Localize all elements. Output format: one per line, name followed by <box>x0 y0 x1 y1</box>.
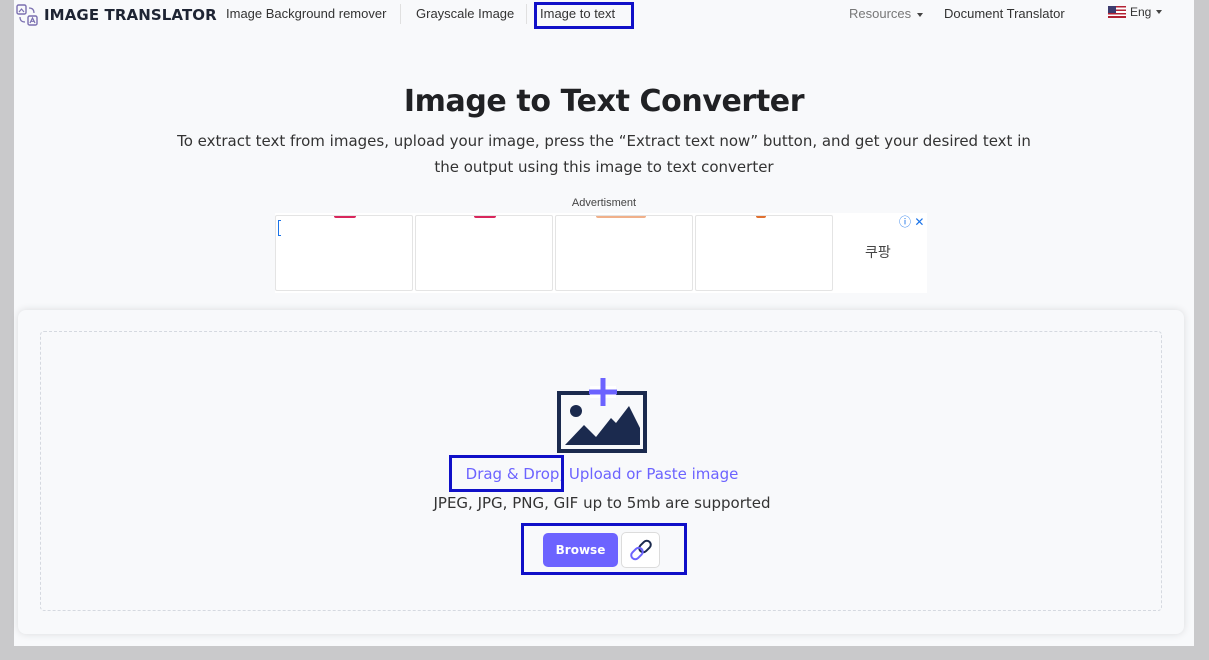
nav-link-background-remover[interactable]: Image Background remover <box>226 6 386 21</box>
ad-image-fragment <box>596 216 646 218</box>
ad-image-fragment <box>754 290 776 291</box>
ad-tile[interactable] <box>695 215 833 291</box>
nav-link-document-translator[interactable]: Document Translator <box>944 6 1065 21</box>
language-selector[interactable]: Eng <box>1108 5 1163 19</box>
chevron-down-icon <box>917 12 924 17</box>
supported-formats: JPEG, JPG, PNG, GIF up to 5mb are suppor… <box>433 494 771 512</box>
ad-label: Advertisment <box>571 197 637 209</box>
nav-resources-label: Resources <box>849 6 912 21</box>
ad-image-fragment <box>756 216 766 218</box>
ad-tile[interactable] <box>555 215 693 291</box>
ad-image-fragment <box>334 216 356 218</box>
nav-link-grayscale-image[interactable]: Grayscale Image <box>416 6 514 21</box>
browse-button[interactable]: Browse <box>543 533 618 567</box>
logo-text: IMAGE TRANSLATOR <box>44 6 217 24</box>
nav-resources-dropdown[interactable]: Resources <box>849 6 924 21</box>
logo[interactable]: IMAGE TRANSLATOR <box>16 4 217 26</box>
upload-card: Drag & Drop, Upload or Paste image JPEG,… <box>18 310 1184 634</box>
drop-instructions[interactable]: Drag & Drop, Upload or Paste image <box>41 465 1163 483</box>
ad-image-fragment <box>334 290 356 291</box>
ad-image-fragment <box>474 290 496 291</box>
us-flag-icon <box>1108 6 1126 18</box>
ad-tile[interactable] <box>415 215 553 291</box>
ad-banner[interactable]: 쿠팡 ⓘ ✕ <box>275 213 927 293</box>
drop-zone[interactable]: Drag & Drop, Upload or Paste image JPEG,… <box>40 331 1162 611</box>
chevron-down-icon <box>1156 10 1163 14</box>
ad-brand: 쿠팡 <box>865 244 891 260</box>
page-subtitle: To extract text from images, upload your… <box>177 132 1031 176</box>
top-nav: IMAGE TRANSLATOR Image Background remove… <box>14 0 1194 30</box>
page: IMAGE TRANSLATOR Image Background remove… <box>14 0 1194 646</box>
url-upload-button[interactable] <box>621 532 660 568</box>
ad-info-close-icon[interactable]: ⓘ ✕ <box>899 213 924 230</box>
language-label: Eng <box>1130 5 1152 19</box>
nav-divider <box>526 4 527 24</box>
ad-tile[interactable] <box>275 215 413 291</box>
link-icon <box>629 539 652 561</box>
nav-divider <box>400 4 401 24</box>
nav-link-image-to-text[interactable]: Image to text <box>540 6 615 21</box>
ad-image-fragment <box>596 290 646 291</box>
ad-bracket-icon <box>278 220 281 236</box>
logo-icon <box>16 4 38 26</box>
add-image-icon <box>557 378 647 453</box>
page-title: Image to Text Converter <box>403 84 805 119</box>
ad-image-fragment <box>474 216 496 218</box>
